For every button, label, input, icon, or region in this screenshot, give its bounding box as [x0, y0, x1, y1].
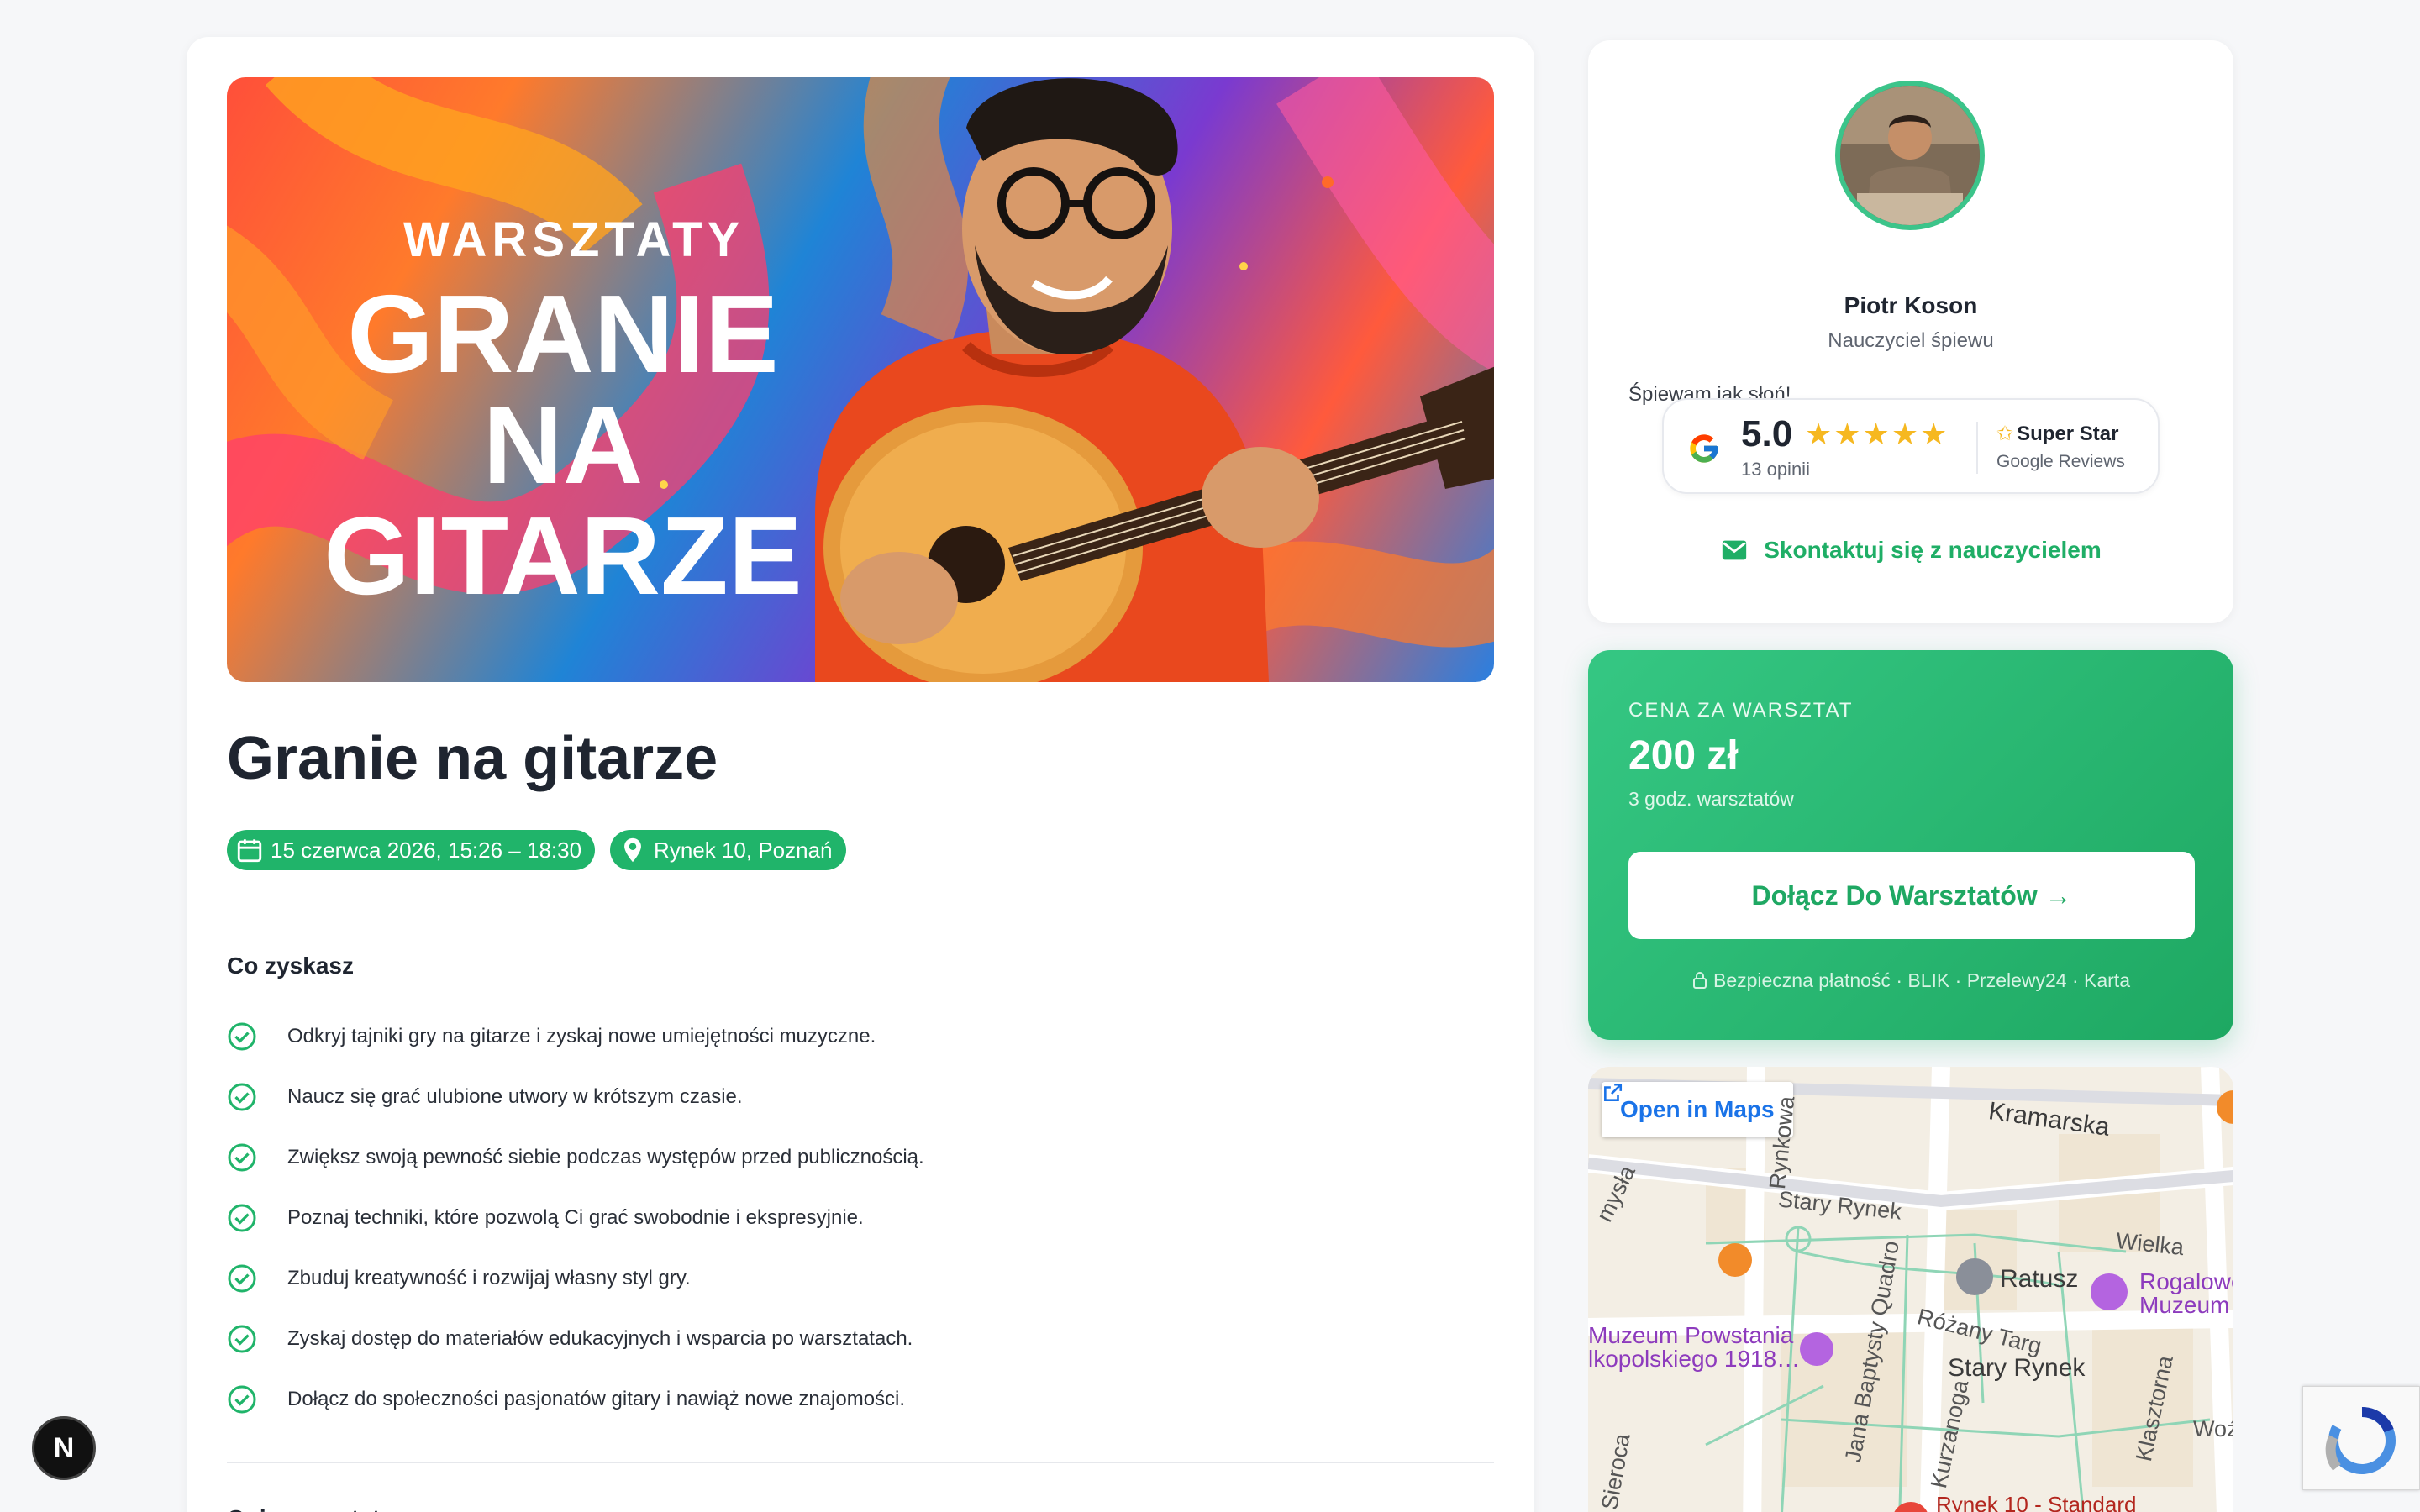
super-star-label: ✩ Super Star [1996, 422, 2118, 446]
price-label: CENA ZA WARSZTAT [1628, 699, 1854, 722]
area-label-stary-rynek: Stary Rynek [1948, 1354, 2086, 1382]
google-reviews-label: Google Reviews [1996, 452, 2125, 471]
google-logo-icon [1690, 434, 1718, 463]
contact-label: Skontaktuj się z nauczycielem [1764, 537, 2102, 563]
secure-payment-note: Bezpieczna płatność · BLIK · Przelewy24 … [1588, 969, 2233, 992]
benefits-list: Odkryj tajniki gry na gitarze i zyskaj n… [227, 1006, 1403, 1430]
teacher-role: Nauczyciel śpiewu [1828, 329, 1994, 352]
check-circle-icon [228, 1143, 256, 1172]
teacher-card: Piotr Koson Nauczyciel śpiewu Śpiewam ja… [1588, 40, 2233, 623]
benefit-text: Zwiększ swoją pewność siebie podczas wys… [287, 1146, 924, 1168]
description-heading: Opis warsztatu [227, 1505, 394, 1512]
date-chip: 15 czerwca 2026, 15:26 – 18:30 [227, 830, 596, 870]
teacher-name: Piotr Koson [1844, 292, 1978, 318]
section-divider [227, 1462, 1494, 1463]
star-outline-icon: ✩ [1996, 423, 2014, 445]
open-in-maps-link[interactable]: Open in Maps [1602, 1082, 1793, 1137]
workshop-title: Granie na gitarze [227, 725, 718, 792]
recaptcha-icon [2325, 1406, 2396, 1474]
benefit-text: Zbuduj kreatywność i rozwijaj własny sty… [287, 1267, 691, 1289]
location-chip: Rynek 10, Poznań [610, 830, 846, 870]
place-label-muzeum-powstania: Muzeum Powstania lkopolskiego 1918… [1588, 1322, 1801, 1372]
benefit-item: Zyskaj dostęp do materiałów edukacyjnych… [227, 1309, 1403, 1369]
benefit-text: Odkryj tajniki gry na gitarze i zyskaj n… [287, 1025, 876, 1047]
benefit-item: Zbuduj kreatywność i rozwijaj własny sty… [227, 1248, 1403, 1309]
check-circle-icon [228, 1325, 256, 1353]
workshop-meta-chips: 15 czerwca 2026, 15:26 – 18:30 Rynek 10,… [227, 830, 846, 870]
hero-title-text: GRANIE NA GITARZE [277, 279, 849, 612]
hero-title-line2: NA GITARZE [324, 383, 802, 617]
reviews-divider [1976, 422, 1978, 474]
hero-kicker-text: WARSZTATY [403, 213, 745, 267]
check-circle-icon [228, 1264, 256, 1293]
benefit-item: Dołącz do społeczności pasjonatów gitary… [227, 1369, 1403, 1430]
workshop-main-card: WARSZTATY GRANIE NA GITARZE Granie na gi… [187, 37, 1534, 1512]
avatar-photo [1840, 86, 1980, 225]
location-text: Rynek 10, Poznań [654, 837, 833, 863]
street-label: Woź [2193, 1416, 2233, 1441]
rating-value: 5.0 [1741, 413, 1793, 454]
benefit-item: Poznaj techniki, które pozwolą Ci grać s… [227, 1188, 1403, 1248]
teacher-avatar[interactable] [1835, 81, 1985, 230]
place-label-rogalowe-muzeum: Rogalowe Muzeum [2139, 1268, 2233, 1318]
check-circle-icon [228, 1083, 256, 1111]
opinions-count: 13 opinii [1741, 459, 1810, 480]
benefits-heading: Co zyskasz [227, 953, 354, 979]
super-star-text: Super Star [2017, 423, 2119, 445]
contact-teacher-link[interactable]: Skontaktuj się z nauczycielem [1588, 536, 2233, 564]
external-link-icon [1604, 1083, 1623, 1101]
benefit-item: Naucz się grać ulubione utwory w krótszy… [227, 1067, 1403, 1127]
calendar-icon [237, 839, 262, 863]
check-circle-icon [228, 1022, 256, 1051]
hero-title-line1: GRANIE [347, 272, 779, 396]
benefit-item: Zwiększ swoją pewność siebie podczas wys… [227, 1127, 1403, 1188]
check-circle-icon [228, 1385, 256, 1414]
benefit-text: Dołącz do społeczności pasjonatów gitary… [287, 1388, 906, 1410]
nextjs-dev-badge[interactable]: N [32, 1416, 96, 1480]
benefit-item: Odkryj tajniki gry na gitarze i zyskaj n… [227, 1006, 1403, 1067]
date-text: 15 czerwca 2026, 15:26 – 18:30 [271, 837, 582, 863]
workshop-duration: 3 godz. warsztatów [1628, 788, 1794, 810]
check-circle-icon [228, 1204, 256, 1232]
location-pin-icon [624, 837, 641, 863]
benefit-text: Poznaj techniki, które pozwolą Ci grać s… [287, 1206, 864, 1229]
google-reviews-badge[interactable]: 5.0 ★★★★★ 13 opinii ✩ Super Star Google R… [1662, 398, 2160, 494]
benefit-text: Naucz się grać ulubione utwory w krótszy… [287, 1085, 743, 1108]
payment-text: Bezpieczna płatność · BLIK · Przelewy24 … [1712, 969, 2130, 991]
open-in-maps-label: Open in Maps [1620, 1096, 1775, 1122]
place-label-rynek-10: Rynek 10 - Standard [1936, 1492, 2137, 1512]
benefit-text: Zyskaj dostęp do materiałów edukacyjnych… [287, 1327, 913, 1350]
pricing-card: CENA ZA WARSZTAT 200 zł 3 godz. warsztat… [1588, 650, 2233, 1040]
rating-stars-icon: ★★★★★ [1805, 417, 1949, 451]
place-label-ratusz: Ratusz [2000, 1265, 2079, 1293]
join-workshop-button[interactable]: Dołącz Do Warsztatów → [1628, 852, 2195, 939]
map-embed[interactable]: Open in Maps Kramarska Stary Rynek Wielk… [1588, 1067, 2233, 1512]
hero-banner-image: WARSZTATY GRANIE NA GITARZE [227, 77, 1494, 682]
lock-icon [1692, 972, 1707, 989]
recaptcha-badge[interactable] [2302, 1386, 2420, 1490]
price-value: 200 zł [1628, 733, 1739, 778]
mail-icon [1723, 540, 1747, 560]
